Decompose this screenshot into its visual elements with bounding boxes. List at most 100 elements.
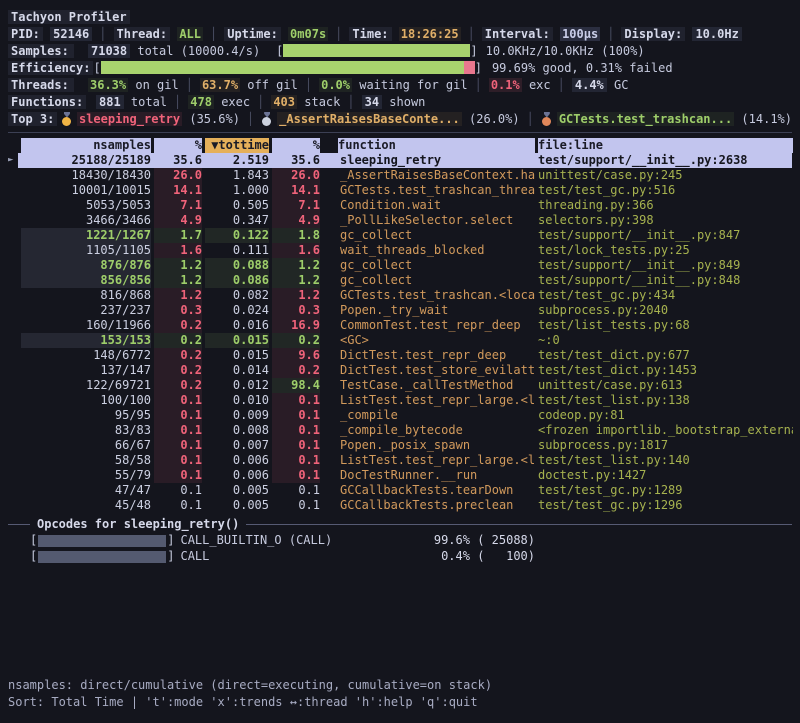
separator: │	[179, 78, 200, 92]
function-name: _compile_bytecode	[338, 423, 535, 438]
tottime-value: 1.843	[205, 168, 269, 183]
table-row[interactable]: 5053/50537.10.5057.1Condition.waitthread…	[8, 198, 792, 213]
file-line: test/test_gc.py:1296	[538, 498, 793, 513]
pct-direct-value: 0.1	[154, 438, 202, 453]
table-row[interactable]: 160/119660.20.01616.9CommonTest.test_rep…	[8, 318, 792, 333]
nsamples-value: 95/95	[21, 408, 151, 423]
table-row[interactable]: 45/480.10.0050.1GCCallbackTests.preclean…	[8, 498, 792, 513]
table-row[interactable]: ►25188/2518935.62.51935.6sleeping_retryt…	[8, 153, 792, 168]
threads-gc-text: GC	[607, 78, 629, 92]
functions-stack-text: stack	[297, 95, 340, 109]
pct-direct-value: 26.0	[154, 168, 202, 183]
nsamples-value: 66/67	[21, 438, 151, 453]
nsamples-value: 1221/1267	[21, 228, 151, 243]
table-row[interactable]: 58/580.10.0060.1ListTest.test_repr_large…	[8, 453, 792, 468]
table-row[interactable]: 876/8761.20.0881.2gc_collecttest/support…	[8, 258, 792, 273]
pct-direct-value: 0.1	[154, 498, 202, 513]
pct-direct-value: 1.2	[154, 258, 202, 273]
thread-value[interactable]: ALL	[177, 27, 203, 41]
table-row[interactable]: 10001/1001514.11.00014.1GCTests.test_tra…	[8, 183, 792, 198]
table-row[interactable]: 153/1530.20.0150.2<GC>~:0	[8, 333, 792, 348]
nsamples-value: 47/47	[21, 483, 151, 498]
column-header-nsamples[interactable]: nsamples	[21, 138, 151, 153]
table-row[interactable]: 137/1470.20.0140.2DictTest.test_store_ev…	[8, 363, 792, 378]
functions-total-text: total	[124, 95, 167, 109]
threads-on-gil-value: 36.3%	[88, 78, 128, 92]
table-row[interactable]: 3466/34664.90.3474.9_PollLikeSelector.se…	[8, 213, 792, 228]
opcodes-rule-left	[8, 524, 30, 525]
table-row[interactable]: 1221/12671.70.1221.8gc_collecttest/suppo…	[8, 228, 792, 243]
function-name: TestCase._callTestMethod	[338, 378, 535, 393]
bar-close: ]	[470, 44, 477, 58]
tottime-value: 0.008	[205, 423, 269, 438]
table-row[interactable]: 237/2370.30.0240.3Popen._try_waitsubproc…	[8, 303, 792, 318]
pct-direct-value: 1.7	[154, 228, 202, 243]
nsamples-value: 100/100	[21, 393, 151, 408]
nsamples-value: 856/856	[21, 273, 151, 288]
efficiency-bar-good	[101, 61, 464, 74]
table-row[interactable]: 83/830.10.0080.1_compile_bytecode<frozen…	[8, 423, 792, 438]
table-row[interactable]: 18430/1843026.01.84326.0_AssertRaisesBas…	[8, 168, 792, 183]
column-header-file[interactable]: file:line	[538, 138, 793, 153]
function-name: DictTest.test_repr_deep	[338, 348, 535, 363]
column-header-function[interactable]: function	[338, 138, 535, 153]
column-header-pct-direct[interactable]: %	[154, 138, 202, 153]
tottime-value: 0.015	[205, 348, 269, 363]
pct-cumulative-value: 0.1	[272, 438, 320, 453]
nsamples-value: 10001/10015	[21, 183, 151, 198]
function-name: sleeping_retry	[338, 153, 535, 168]
opcodes-list: []CALL_BUILTIN_O (CALL)99.6% ( 25088)[]C…	[8, 532, 792, 564]
empty-space	[8, 564, 792, 677]
opcode-bar	[38, 551, 166, 563]
pct-direct-value: 0.1	[154, 453, 202, 468]
separator: │	[520, 112, 541, 126]
file-line: test/support/__init__.py:2638	[538, 153, 793, 168]
samples-rate: 10.0KHz/10.0KHz (100%)	[486, 44, 645, 58]
file-line: test/test_list.py:138	[538, 393, 793, 408]
threads-waiting-text: waiting for gil	[352, 78, 468, 92]
table-row[interactable]: 47/470.10.0050.1GCCallbackTests.tearDown…	[8, 483, 792, 498]
pct-cumulative-value: 1.2	[272, 288, 320, 303]
functions-shown-value: 34	[362, 95, 382, 109]
table-row[interactable]: 55/790.10.0060.1DocTestRunner.__rundocte…	[8, 468, 792, 483]
pct-cumulative-value: 0.2	[272, 333, 320, 348]
tottime-value: 0.007	[205, 438, 269, 453]
function-name: GCTests.test_trashcan_threads	[338, 183, 535, 198]
table-row[interactable]: 816/8681.20.0821.2GCTests.test_trashcan.…	[8, 288, 792, 303]
table-row[interactable]: 856/8561.20.0861.2gc_collecttest/support…	[8, 273, 792, 288]
table-row[interactable]: 66/670.10.0070.1Popen._posix_spawnsubpro…	[8, 438, 792, 453]
tottime-value: 0.082	[205, 288, 269, 303]
tottime-value: 0.005	[205, 498, 269, 513]
table-row[interactable]: 1105/11051.60.1111.6wait_threads_blocked…	[8, 243, 792, 258]
top3-function-name: sleeping_retry	[77, 112, 182, 126]
function-name: Popen._posix_spawn	[338, 438, 535, 453]
pct-cumulative-value: 1.2	[272, 258, 320, 273]
table-row[interactable]: 100/1000.10.0100.1ListTest.test_repr_lar…	[8, 393, 792, 408]
tottime-value: 0.010	[205, 393, 269, 408]
threads-label: Threads:	[8, 78, 74, 92]
tottime-value: 0.024	[205, 303, 269, 318]
top3-percentage: (26.0%)	[462, 112, 520, 126]
file-line: unittest/case.py:613	[538, 378, 793, 393]
column-header-tottime[interactable]: ▼tottime	[205, 138, 269, 153]
thread-label[interactable]: Thread:	[114, 27, 171, 41]
function-name: wait_threads_blocked	[338, 243, 535, 258]
nsamples-value: 55/79	[21, 468, 151, 483]
table-row[interactable]: 148/67720.20.0159.6DictTest.test_repr_de…	[8, 348, 792, 363]
tottime-value: 0.006	[205, 468, 269, 483]
separator: │	[468, 78, 489, 92]
separator: │	[328, 27, 349, 41]
table-row[interactable]: 95/950.10.0090.1_compilecodeop.py:81	[8, 408, 792, 423]
top3-percentage: (14.1%)	[734, 112, 792, 126]
table-row[interactable]: 122/697210.20.01298.4TestCase._callTestM…	[8, 378, 792, 393]
file-line: test/test_gc.py:434	[538, 288, 793, 303]
column-header-pct-cumulative[interactable]: %	[272, 138, 320, 153]
top3-function-name: GCTests.test_trashcan...	[557, 112, 734, 126]
bar-close: ]	[167, 549, 174, 563]
pct-cumulative-value: 26.0	[272, 168, 320, 183]
samples-detail: total (10000.4/s)	[130, 44, 260, 58]
nsamples-value: 876/876	[21, 258, 151, 273]
file-line: test/test_list.py:140	[538, 453, 793, 468]
title-row: Tachyon Profiler	[8, 8, 792, 25]
file-line: test/support/__init__.py:847	[538, 228, 793, 243]
